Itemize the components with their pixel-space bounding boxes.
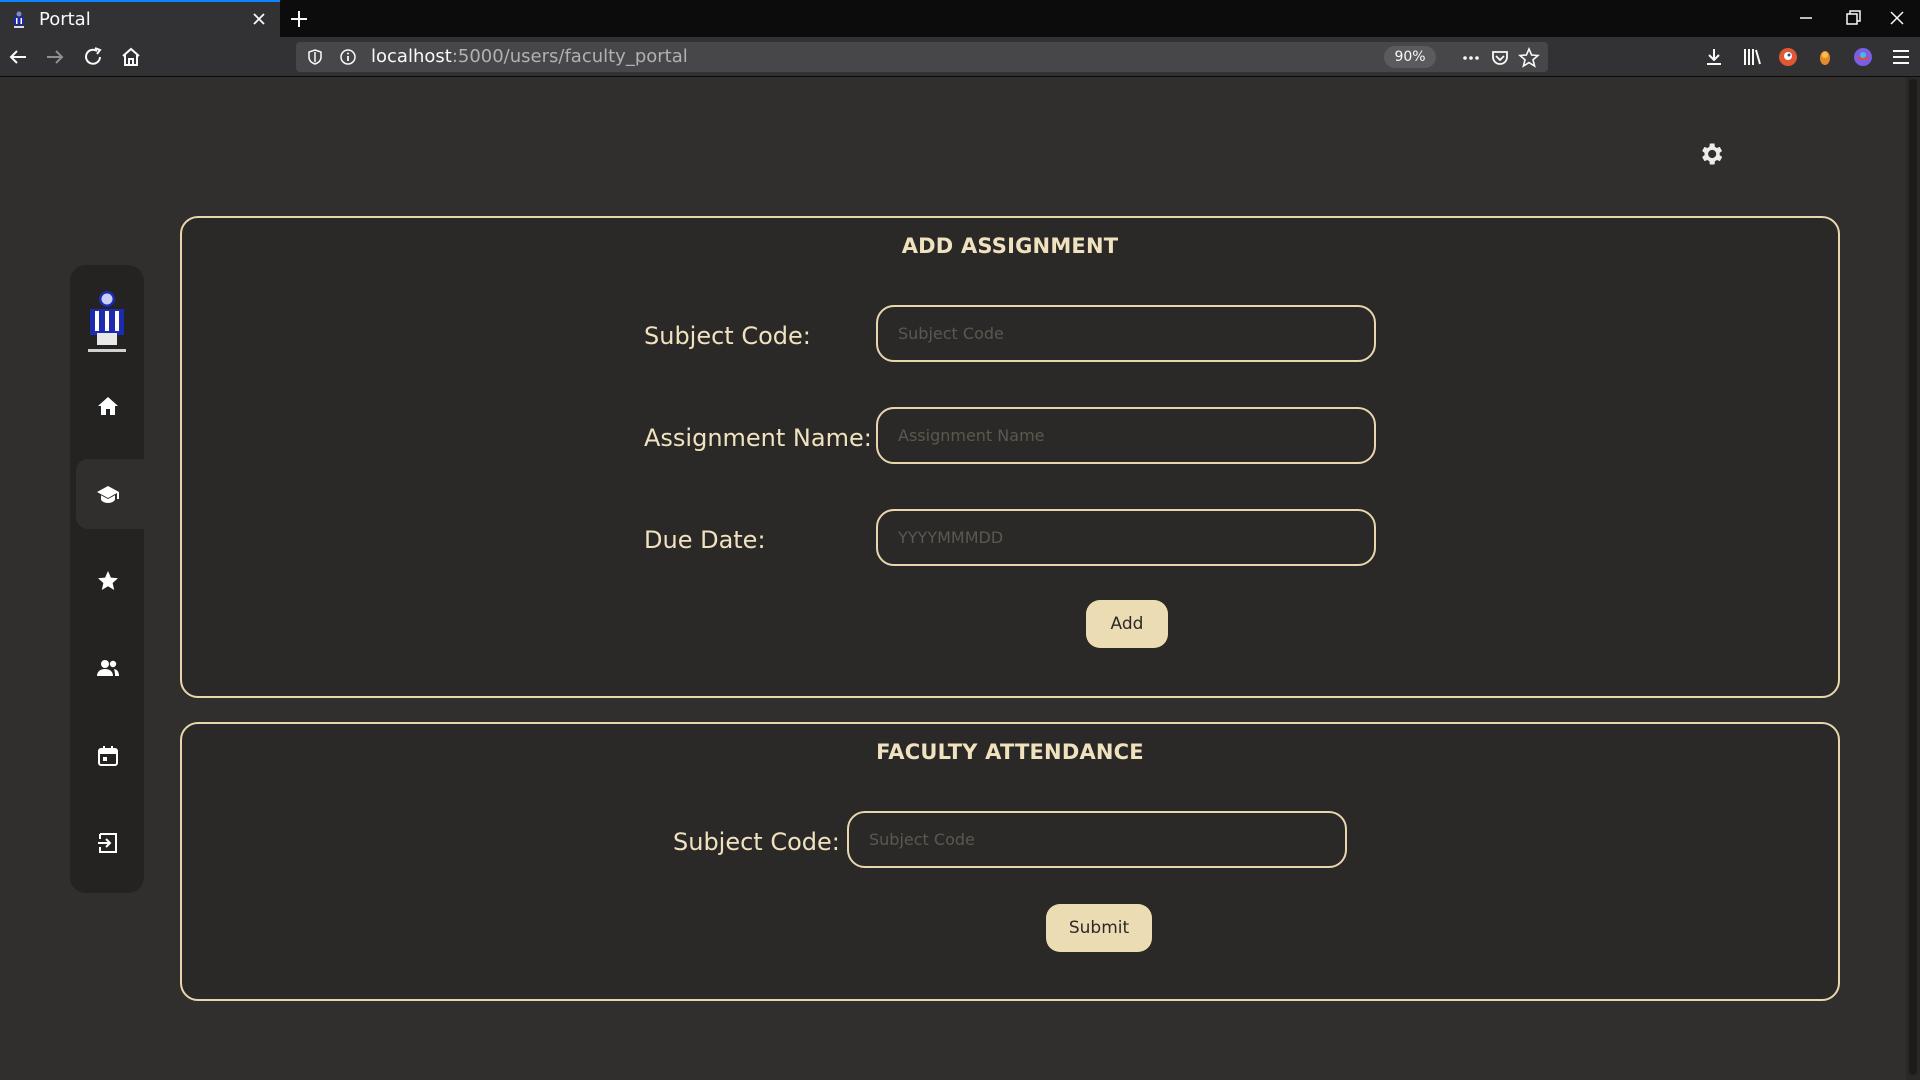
home-icon[interactable] bbox=[119, 45, 143, 69]
calendar-icon bbox=[98, 746, 118, 766]
attendance-subject-code-label: Subject Code: bbox=[673, 828, 840, 856]
container-extension-icon[interactable] bbox=[1851, 45, 1875, 69]
hamburger-menu-icon[interactable] bbox=[1889, 45, 1913, 69]
assignment-name-input[interactable] bbox=[876, 407, 1376, 464]
institute-logo bbox=[88, 291, 126, 352]
page-scrollbar[interactable] bbox=[1906, 77, 1920, 1080]
faculty-attendance-title: FACULTY ATTENDANCE bbox=[876, 740, 1144, 764]
graduation-cap-icon bbox=[97, 486, 119, 503]
submit-button[interactable]: Submit bbox=[1046, 904, 1152, 952]
close-window-icon[interactable] bbox=[1887, 8, 1907, 28]
users-icon bbox=[97, 660, 119, 676]
sidebar-item-logout[interactable] bbox=[70, 808, 144, 878]
reload-icon[interactable] bbox=[81, 45, 105, 69]
forward-arrow-icon[interactable] bbox=[43, 45, 67, 69]
extension-badge-icon[interactable] bbox=[1813, 45, 1837, 69]
attendance-subject-code-input[interactable] bbox=[847, 811, 1347, 868]
due-date-label: Due Date: bbox=[644, 526, 766, 554]
shield-icon[interactable] bbox=[306, 48, 324, 66]
info-icon[interactable] bbox=[339, 48, 357, 66]
sidebar-item-home[interactable] bbox=[70, 371, 144, 441]
portal-page: ADD ASSIGNMENT Subject Code: Assignment … bbox=[0, 77, 1906, 1080]
bookmark-star-icon[interactable] bbox=[1518, 47, 1540, 69]
subject-code-label: Subject Code: bbox=[644, 322, 811, 350]
url-text[interactable]: localhost:5000/users/faculty_portal bbox=[371, 46, 688, 67]
minimize-window-icon[interactable] bbox=[1796, 8, 1816, 28]
downloads-icon[interactable] bbox=[1702, 45, 1726, 69]
settings-gear-icon[interactable] bbox=[1697, 140, 1725, 168]
portal-favicon-icon bbox=[14, 11, 24, 28]
add-assignment-title: ADD ASSIGNMENT bbox=[901, 234, 1119, 258]
add-button[interactable]: Add bbox=[1086, 600, 1168, 648]
home-icon bbox=[98, 397, 118, 415]
sidebar-item-favorites[interactable] bbox=[70, 546, 144, 616]
sidebar bbox=[70, 265, 144, 893]
duckduckgo-extension-icon[interactable] bbox=[1776, 45, 1800, 69]
subject-code-input[interactable] bbox=[876, 305, 1376, 362]
assignment-name-label: Assignment Name: bbox=[644, 424, 872, 452]
logout-icon bbox=[98, 833, 117, 853]
restore-window-icon[interactable] bbox=[1843, 8, 1863, 28]
more-actions-icon[interactable] bbox=[1460, 47, 1482, 69]
star-icon bbox=[98, 571, 118, 590]
back-arrow-icon[interactable] bbox=[6, 45, 30, 69]
add-assignment-card: ADD ASSIGNMENT Subject Code: Assignment … bbox=[180, 216, 1840, 698]
url-bar[interactable]: localhost:5000/users/faculty_portal 90% bbox=[296, 42, 1548, 72]
sidebar-item-users[interactable] bbox=[70, 633, 144, 703]
tab-title: Portal bbox=[39, 9, 91, 30]
sidebar-item-calendar[interactable] bbox=[70, 721, 144, 791]
browser-tab[interactable]: Portal bbox=[0, 0, 280, 37]
browser-tab-bar: Portal bbox=[0, 0, 1920, 37]
close-tab-icon[interactable] bbox=[248, 8, 270, 30]
library-icon[interactable] bbox=[1740, 45, 1764, 69]
url-host: localhost bbox=[371, 46, 452, 67]
browser-nav-bar: localhost:5000/users/faculty_portal 90% bbox=[0, 37, 1920, 77]
new-tab-icon[interactable] bbox=[287, 7, 311, 31]
url-path: :5000/users/faculty_portal bbox=[451, 46, 688, 67]
zoom-level-badge[interactable]: 90% bbox=[1384, 46, 1436, 68]
due-date-input[interactable] bbox=[876, 509, 1376, 566]
faculty-attendance-card: FACULTY ATTENDANCE Subject Code: Submit bbox=[180, 722, 1840, 1001]
pocket-icon[interactable] bbox=[1489, 47, 1511, 69]
scrollbar-thumb[interactable] bbox=[1909, 79, 1917, 1075]
sidebar-item-courses[interactable] bbox=[76, 459, 144, 529]
